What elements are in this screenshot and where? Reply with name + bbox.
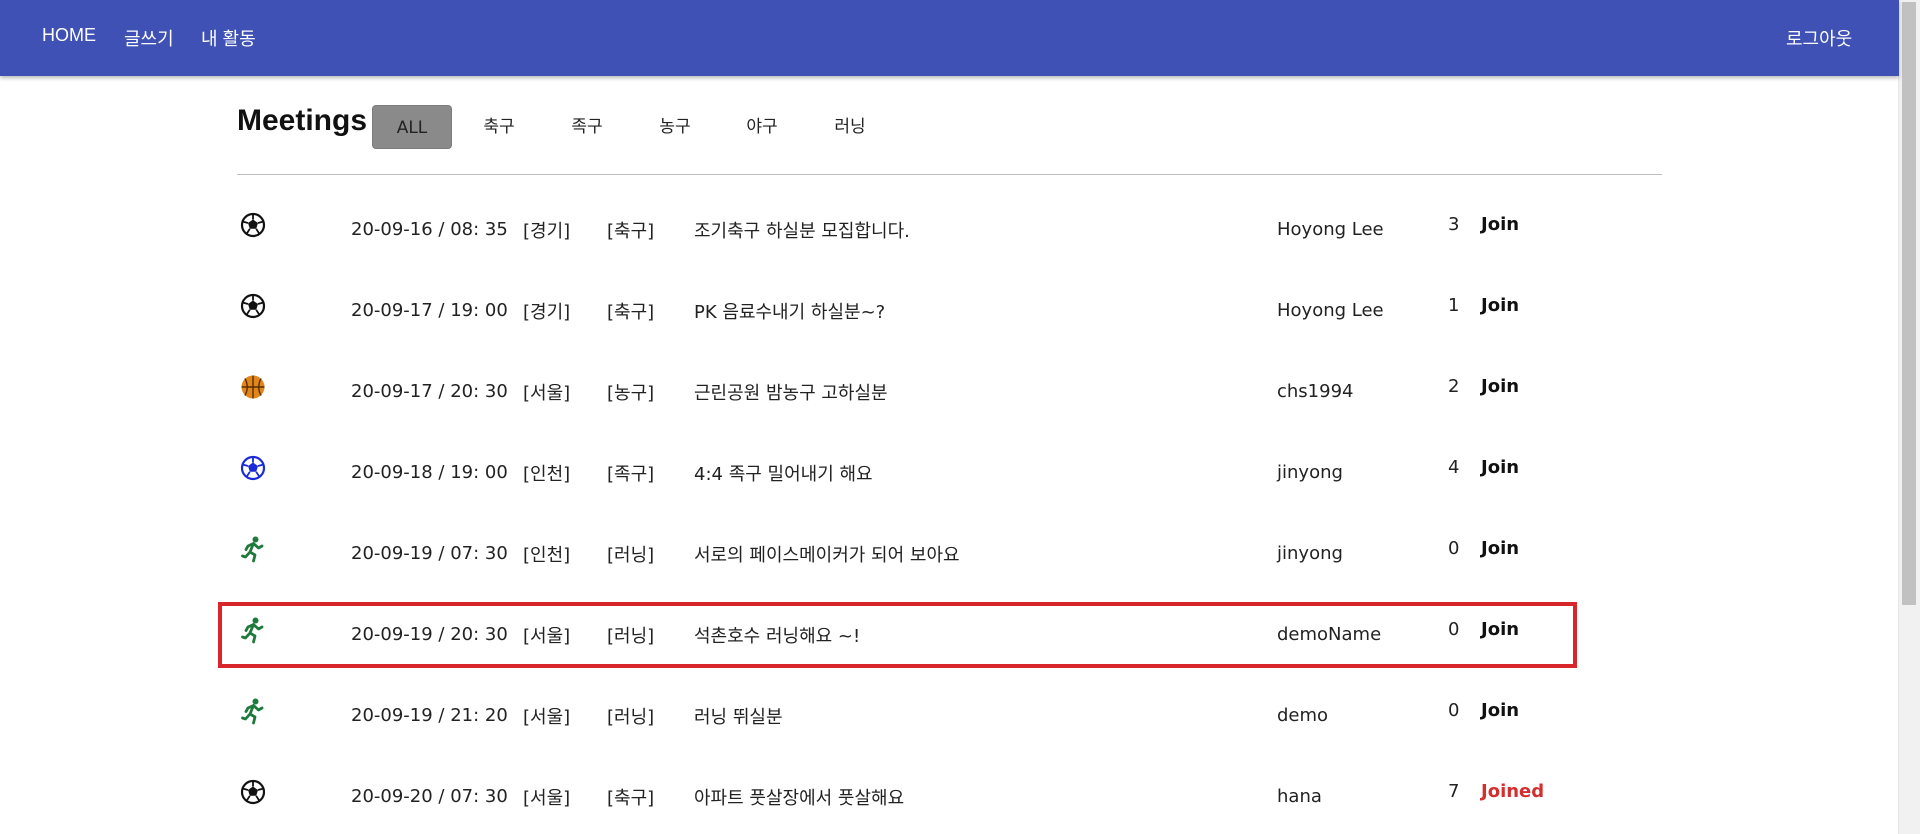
top-app-bar: HOME 글쓰기 내 활동 로그아웃 bbox=[0, 0, 1899, 76]
meeting-author: Hoyong Lee bbox=[1277, 219, 1384, 240]
nav-home-link[interactable]: HOME bbox=[42, 25, 96, 46]
meeting-title[interactable]: 러닝 뛰실분 bbox=[694, 703, 783, 729]
participant-count: 7 bbox=[1448, 781, 1460, 802]
meeting-category: [축구] bbox=[607, 302, 655, 323]
meeting-date: 20-09-17 / 20: 30 bbox=[351, 381, 508, 402]
meeting-date: 20-09-19 / 07: 30 bbox=[351, 543, 508, 564]
join-button[interactable]: Join bbox=[1481, 700, 1519, 721]
nav-write-link[interactable]: 글쓰기 bbox=[124, 25, 174, 51]
participant-count: 0 bbox=[1448, 700, 1460, 721]
join-button[interactable]: Join bbox=[1481, 538, 1519, 559]
meeting-title[interactable]: 근린공원 밤농구 고하실분 bbox=[694, 379, 888, 405]
meeting-region: [서울] bbox=[523, 707, 571, 728]
join-button[interactable]: Join bbox=[1481, 295, 1519, 316]
meeting-category: [족구] bbox=[607, 464, 655, 485]
meeting-date: 20-09-18 / 19: 00 bbox=[351, 462, 508, 483]
meeting-category: [러닝] bbox=[607, 707, 655, 728]
vertical-scrollbar[interactable] bbox=[1898, 0, 1920, 834]
join-button[interactable]: Join bbox=[1481, 619, 1519, 640]
meeting-author: demoName bbox=[1277, 624, 1382, 645]
meeting-region: [서울] bbox=[523, 788, 571, 809]
meeting-author: jinyong bbox=[1277, 462, 1343, 483]
soccer-ball-icon bbox=[240, 293, 266, 319]
meeting-row[interactable]: 20-09-19 / 21: 20 [서울] [러닝] 러닝 뛰실분 demo … bbox=[220, 685, 1575, 747]
logout-link[interactable]: 로그아웃 bbox=[1786, 25, 1852, 51]
header-divider bbox=[237, 174, 1662, 175]
page-title: Meetings bbox=[237, 104, 368, 137]
running-icon bbox=[241, 617, 264, 644]
meeting-region: [서울] bbox=[523, 383, 571, 404]
meeting-row-highlighted[interactable]: 20-09-19 / 20: 30 [서울] [러닝] 석촌호수 러닝해요 ~!… bbox=[218, 602, 1577, 668]
meeting-title[interactable]: 4:4 족구 밀어내기 해요 bbox=[694, 460, 873, 486]
meeting-title[interactable]: 석촌호수 러닝해요 ~! bbox=[694, 622, 860, 648]
participant-count: 0 bbox=[1448, 538, 1460, 559]
filter-tab-running[interactable]: 러닝 bbox=[825, 105, 875, 149]
filter-tab-jokgu[interactable]: 족구 bbox=[562, 105, 612, 149]
participant-count: 4 bbox=[1448, 457, 1460, 478]
participant-count: 0 bbox=[1448, 619, 1460, 640]
meeting-title[interactable]: 아파트 풋살장에서 풋살해요 bbox=[694, 784, 904, 810]
participant-count: 3 bbox=[1448, 214, 1460, 235]
join-button[interactable]: Join bbox=[1481, 457, 1519, 478]
meeting-row[interactable]: 20-09-17 / 20: 30 [서울] [농구] 근린공원 밤농구 고하실… bbox=[220, 361, 1575, 423]
running-icon bbox=[241, 698, 264, 725]
filter-tab-all[interactable]: ALL bbox=[372, 105, 452, 149]
meeting-category: [축구] bbox=[607, 788, 655, 809]
participant-count: 2 bbox=[1448, 376, 1460, 397]
jokgu-ball-icon bbox=[240, 455, 266, 481]
soccer-ball-icon bbox=[240, 212, 266, 238]
meeting-region: [인천] bbox=[523, 545, 571, 566]
nav-my-activity-link[interactable]: 내 활동 bbox=[201, 25, 256, 51]
meeting-row[interactable]: 20-09-16 / 08: 35 [경기] [축구] 조기축구 하실분 모집합… bbox=[220, 199, 1575, 261]
meeting-author: Hoyong Lee bbox=[1277, 300, 1384, 321]
meeting-author: jinyong bbox=[1277, 543, 1343, 564]
meeting-author: demo bbox=[1277, 705, 1329, 726]
join-button[interactable]: Join bbox=[1481, 214, 1519, 235]
meeting-region: [경기] bbox=[523, 221, 571, 242]
meeting-category: [축구] bbox=[607, 221, 655, 242]
scrollbar-thumb[interactable] bbox=[1902, 2, 1916, 605]
joined-status[interactable]: Joined bbox=[1481, 781, 1544, 802]
meeting-row[interactable]: 20-09-18 / 19: 00 [인천] [족구] 4:4 족구 밀어내기 … bbox=[220, 442, 1575, 504]
meeting-title[interactable]: 조기축구 하실분 모집합니다. bbox=[694, 217, 910, 243]
meeting-region: [인천] bbox=[523, 464, 571, 485]
meeting-region: [서울] bbox=[523, 626, 571, 647]
meeting-author: chs1994 bbox=[1277, 381, 1354, 402]
meeting-date: 20-09-19 / 21: 20 bbox=[351, 705, 508, 726]
meeting-title[interactable]: PK 음료수내기 하실분~? bbox=[694, 298, 885, 324]
meeting-title[interactable]: 서로의 페이스메이커가 되어 보아요 bbox=[694, 541, 960, 567]
participant-count: 1 bbox=[1448, 295, 1460, 316]
meeting-date: 20-09-19 / 20: 30 bbox=[351, 624, 508, 645]
basketball-icon bbox=[241, 375, 265, 399]
meeting-region: [경기] bbox=[523, 302, 571, 323]
meeting-row[interactable]: 20-09-20 / 07: 30 [서울] [축구] 아파트 풋살장에서 풋살… bbox=[220, 766, 1575, 828]
meeting-category: [러닝] bbox=[607, 545, 655, 566]
meeting-author: hana bbox=[1277, 786, 1322, 807]
meeting-date: 20-09-20 / 07: 30 bbox=[351, 786, 508, 807]
join-button[interactable]: Join bbox=[1481, 376, 1519, 397]
meeting-row[interactable]: 20-09-17 / 19: 00 [경기] [축구] PK 음료수내기 하실분… bbox=[220, 280, 1575, 342]
meeting-date: 20-09-17 / 19: 00 bbox=[351, 300, 508, 321]
meeting-date: 20-09-16 / 08: 35 bbox=[351, 219, 508, 240]
meeting-row[interactable]: 20-09-19 / 07: 30 [인천] [러닝] 서로의 페이스메이커가 … bbox=[220, 523, 1575, 585]
filter-tab-basketball[interactable]: 농구 bbox=[650, 105, 700, 149]
soccer-ball-icon bbox=[240, 779, 266, 805]
filter-tab-baseball[interactable]: 야구 bbox=[737, 105, 787, 149]
meeting-category: [러닝] bbox=[607, 626, 655, 647]
filter-tab-soccer[interactable]: 축구 bbox=[474, 105, 524, 149]
running-icon bbox=[241, 536, 264, 563]
meeting-category: [농구] bbox=[607, 383, 655, 404]
